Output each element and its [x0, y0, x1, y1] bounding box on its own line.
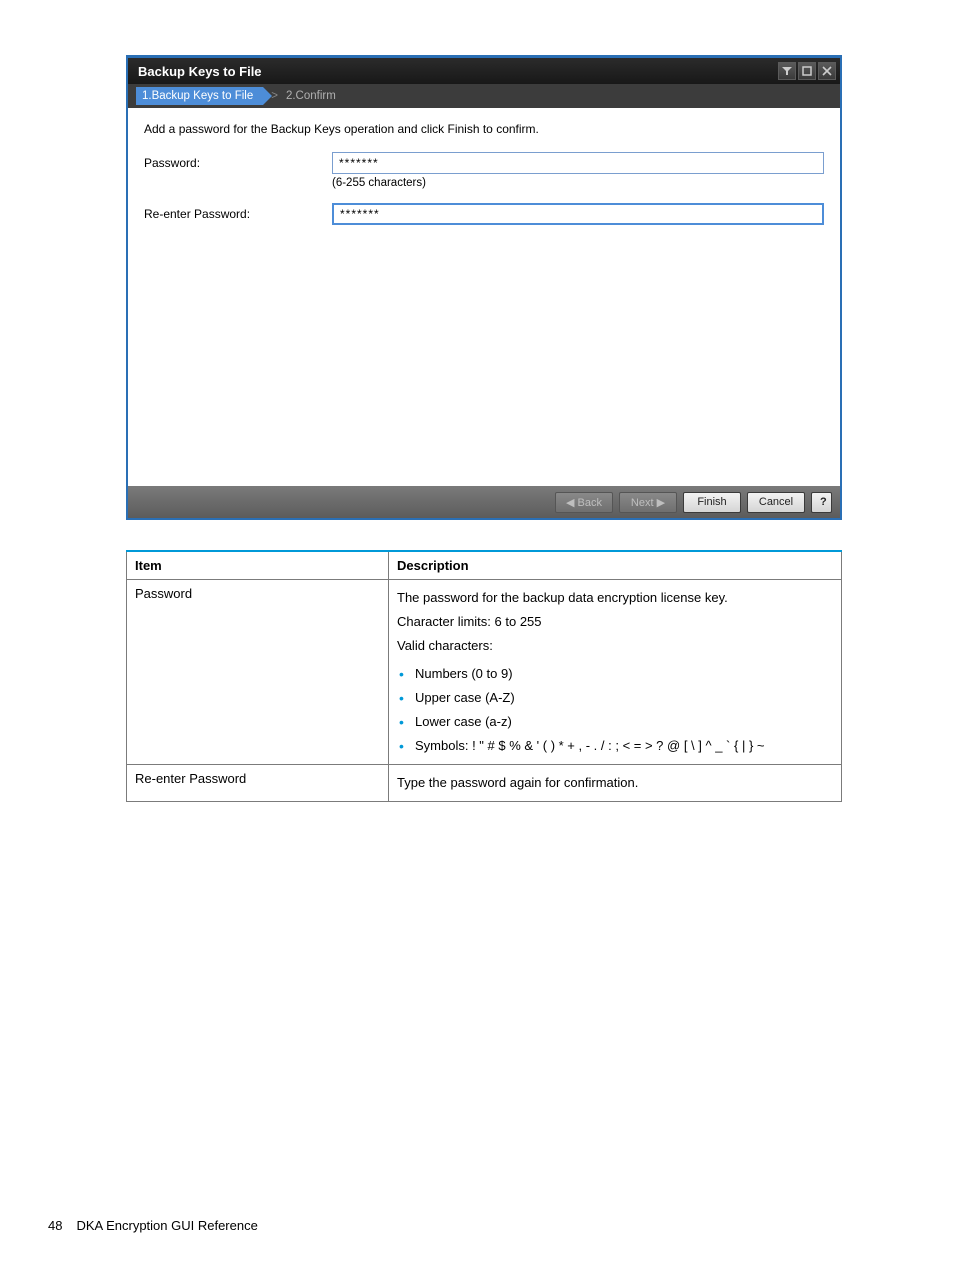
filter-icon[interactable] [778, 62, 796, 80]
wizard-steps: 1.Backup Keys to File > 2.Confirm [128, 84, 840, 108]
close-icon[interactable] [818, 62, 836, 80]
reenter-password-input[interactable] [332, 203, 824, 225]
next-button[interactable]: Next ▶ [619, 492, 677, 513]
titlebar-controls [778, 62, 836, 80]
dialog-titlebar: Backup Keys to File [128, 58, 840, 84]
bullet-item: Numbers (0 to 9) [399, 662, 833, 686]
table-cell-description: Type the password again for confirmation… [389, 765, 842, 802]
description-bullets: Numbers (0 to 9)Upper case (A-Z)Lower ca… [397, 662, 833, 758]
password-input[interactable] [332, 152, 824, 174]
description-line: Character limits: 6 to 255 [397, 610, 833, 634]
dialog-title: Backup Keys to File [138, 64, 262, 79]
bullet-item: Symbols: ! " # $ % & ' ( ) * + , - . / :… [399, 734, 833, 758]
password-hint: (6-255 characters) [332, 177, 824, 189]
dialog-button-bar: ◀ Back Next ▶ Finish Cancel ? [128, 486, 840, 518]
description-table: Item Description Password The password fo… [126, 550, 842, 802]
table-cell-item: Password [127, 580, 389, 765]
maximize-icon[interactable] [798, 62, 816, 80]
table-row: Password The password for the backup data… [127, 580, 842, 765]
back-button[interactable]: ◀ Back [555, 492, 613, 513]
footer-section: DKA Encryption GUI Reference [76, 1218, 257, 1233]
password-row: Password: (6-255 characters) [144, 152, 824, 197]
table-cell-description: The password for the backup data encrypt… [389, 580, 842, 765]
dialog-body: Add a password for the Backup Keys opera… [128, 108, 840, 486]
description-line: Type the password again for confirmation… [397, 771, 833, 795]
backup-keys-dialog: Backup Keys to File 1.Backup Keys to Fil… [126, 55, 842, 520]
page-number: 48 [48, 1218, 62, 1233]
table-cell-item: Re-enter Password [127, 765, 389, 802]
description-line: Valid characters: [397, 634, 833, 658]
table-row: Re-enter Password Type the password again… [127, 765, 842, 802]
table-header-description: Description [389, 551, 842, 580]
page-footer: 48 DKA Encryption GUI Reference [48, 1218, 258, 1233]
reenter-label: Re-enter Password: [144, 203, 332, 221]
wizard-step-active: 1.Backup Keys to File [136, 87, 263, 105]
help-button[interactable]: ? [811, 492, 832, 513]
dialog-instruction: Add a password for the Backup Keys opera… [144, 122, 824, 136]
description-line: The password for the backup data encrypt… [397, 586, 833, 610]
cancel-button[interactable]: Cancel [747, 492, 805, 513]
table-header-item: Item [127, 551, 389, 580]
reenter-row: Re-enter Password: [144, 203, 824, 225]
bullet-item: Upper case (A-Z) [399, 686, 833, 710]
finish-button[interactable]: Finish [683, 492, 741, 513]
password-label: Password: [144, 152, 332, 170]
wizard-step-separator: > [271, 90, 278, 102]
bullet-item: Lower case (a-z) [399, 710, 833, 734]
wizard-step-next: 2.Confirm [286, 90, 336, 102]
